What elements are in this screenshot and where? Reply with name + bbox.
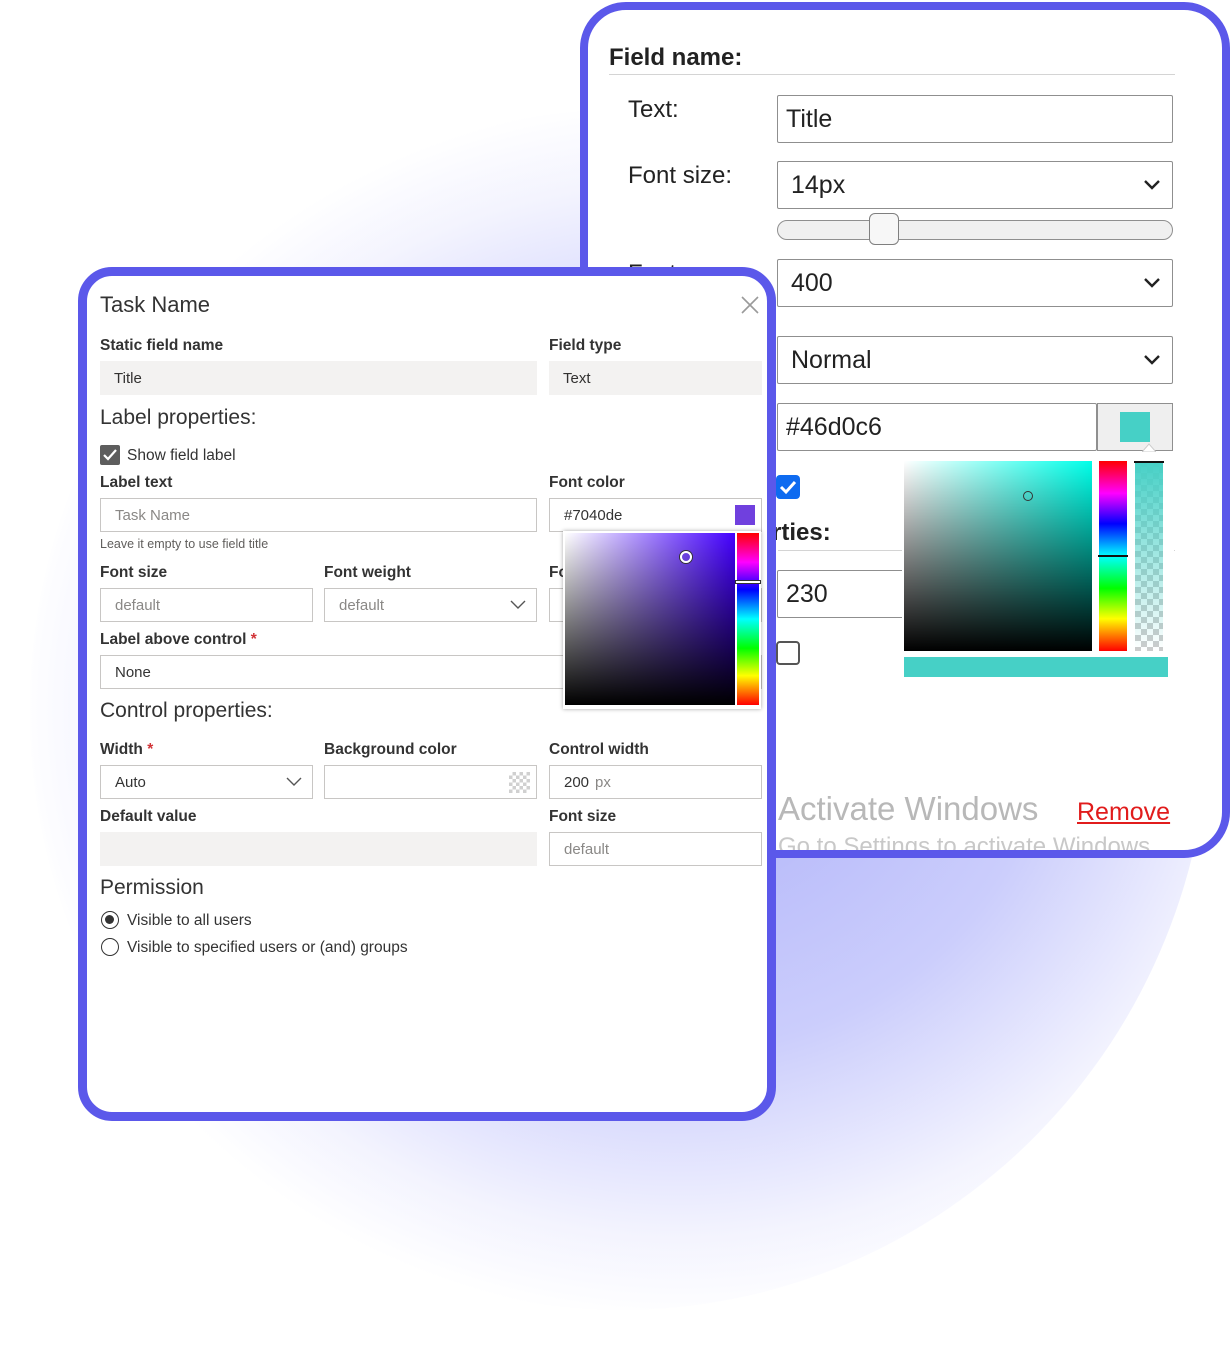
color-preview-bar [904, 657, 1168, 677]
section-title: Field name: [609, 44, 743, 71]
activation-watermark-subtitle: Go to Settings to activate Windows. [778, 833, 1157, 858]
text-input[interactable]: Title [777, 95, 1173, 143]
static-field-name-value: Title [100, 361, 537, 395]
divider [609, 74, 1175, 75]
visible-checkbox[interactable] [776, 475, 800, 499]
color-input-value: #46d0c6 [786, 412, 882, 441]
color-input[interactable]: #46d0c6 [777, 403, 1097, 451]
color-swatch [1120, 412, 1150, 442]
label-properties-heading: Label properties: [100, 406, 257, 429]
background-color-input[interactable] [324, 765, 537, 799]
alpha-gradient [1135, 461, 1163, 651]
control-width-value: 200 [564, 773, 590, 791]
alpha-slider-handle[interactable] [1134, 461, 1164, 463]
control-width-unit: px [595, 773, 611, 791]
saturation-value-area[interactable] [904, 461, 1092, 651]
color-cursor[interactable] [680, 551, 692, 563]
label-above-control-label: Label above control * [100, 631, 257, 648]
text-label: Text: [628, 96, 679, 123]
default-value-input[interactable] [100, 832, 537, 866]
label-text-input[interactable]: Task Name [100, 498, 537, 532]
alpha-slider[interactable] [1134, 461, 1164, 651]
hue-slider-handle[interactable] [736, 581, 760, 583]
radio-visible-all-label: Visible to all users [127, 912, 252, 929]
hue-slider-handle[interactable] [1098, 555, 1128, 557]
checkmark-icon [103, 449, 117, 461]
field-type-label: Field type [549, 337, 622, 354]
radio-visible-specified-label: Visible to specified users or (and) grou… [127, 939, 408, 956]
font-weight-value: 400 [791, 268, 833, 297]
task-name-dialog: Task Name Static field name Field type T… [78, 267, 776, 1121]
chevron-down-icon [1144, 180, 1160, 190]
font-size-label: Font size [100, 564, 168, 581]
font-weight-value: default [339, 596, 385, 614]
checkmark-icon [779, 480, 797, 495]
font-weight-label: Font weight [324, 564, 411, 581]
dialog-title: Task Name [100, 292, 211, 317]
color-picker-popup [902, 455, 1174, 679]
show-field-label-text: Show field label [127, 447, 236, 464]
font-color-picker-popup [563, 531, 761, 709]
width-label: Width * [100, 741, 154, 758]
font-size-slider-thumb[interactable] [869, 213, 899, 245]
font-weight-select[interactable]: default [324, 588, 537, 622]
control-width-label: Control width [549, 741, 649, 758]
remove-link[interactable]: Remove [1077, 798, 1170, 827]
transparent-swatch-icon[interactable] [509, 772, 530, 793]
font-size-label: Font size: [628, 162, 733, 189]
control-font-size-label: Font size [549, 808, 617, 825]
hue-slider[interactable] [1098, 461, 1128, 651]
picker-pointer-icon [1142, 443, 1156, 452]
hue-slider[interactable] [736, 533, 760, 705]
font-size-slider[interactable] [777, 220, 1173, 240]
width-input-value: 230 [786, 579, 828, 608]
font-weight-select[interactable]: 400 [777, 259, 1173, 307]
width-select[interactable]: Auto [100, 765, 313, 799]
color-cursor[interactable] [1023, 491, 1033, 501]
field-type-value: Text [549, 361, 762, 395]
font-color-value: #7040de [564, 506, 623, 524]
background-color-label: Background color [324, 741, 457, 758]
font-size-select[interactable]: 14px [777, 161, 1173, 209]
font-size-input[interactable]: default [100, 588, 313, 622]
show-field-label-checkbox[interactable] [100, 445, 120, 465]
label-text-label: Label text [100, 474, 173, 491]
chevron-down-icon [1144, 355, 1160, 365]
font-color-label: Font color [549, 474, 625, 491]
width-value: Auto [115, 773, 146, 791]
static-field-name-label: Static field name [100, 337, 224, 354]
default-value-label: Default value [100, 808, 197, 825]
chevron-down-icon [1144, 278, 1160, 288]
control-font-size-input[interactable]: default [549, 832, 762, 866]
font-color-swatch[interactable] [735, 505, 755, 525]
color-swatch-button[interactable] [1097, 403, 1173, 452]
label-text-hint: Leave it empty to use field title [100, 537, 269, 551]
radio-visible-specified[interactable] [101, 938, 119, 956]
font-color-input[interactable]: #7040de [549, 498, 762, 532]
chevron-down-icon [286, 777, 302, 786]
chevron-down-icon [510, 600, 526, 609]
close-icon[interactable] [739, 294, 761, 316]
text-input-value: Title [786, 104, 833, 133]
control-properties-heading: Control properties: [100, 699, 273, 722]
font-size-value: 14px [791, 170, 846, 199]
activation-watermark-title: Activate Windows [778, 790, 1039, 827]
properties-heading: rties: [772, 519, 831, 546]
radio-visible-all[interactable] [101, 911, 119, 929]
control-width-input[interactable]: 200 px [549, 765, 762, 799]
font-style-value: Normal [791, 345, 872, 374]
second-checkbox[interactable] [776, 641, 800, 665]
permission-heading: Permission [100, 876, 204, 899]
saturation-value-area[interactable] [565, 533, 735, 705]
font-style-select[interactable]: Normal [777, 336, 1173, 384]
